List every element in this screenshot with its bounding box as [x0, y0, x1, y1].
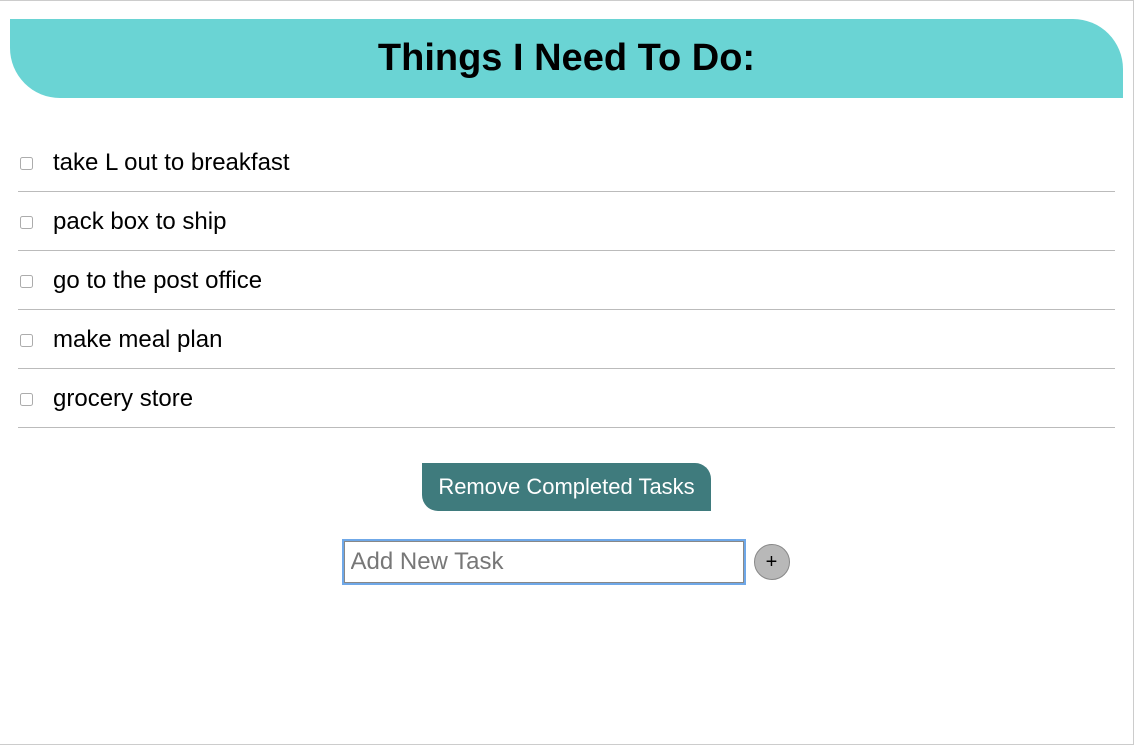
- task-checkbox[interactable]: [20, 334, 33, 347]
- task-list: take L out to breakfast pack box to ship…: [10, 133, 1123, 428]
- add-task-input[interactable]: [344, 541, 744, 583]
- task-checkbox[interactable]: [20, 216, 33, 229]
- task-item: go to the post office: [18, 251, 1115, 310]
- task-checkbox[interactable]: [20, 393, 33, 406]
- plus-icon: +: [766, 552, 778, 572]
- task-checkbox[interactable]: [20, 275, 33, 288]
- task-label: grocery store: [53, 385, 193, 413]
- task-item: grocery store: [18, 369, 1115, 428]
- remove-completed-button[interactable]: Remove Completed Tasks: [422, 463, 710, 511]
- task-label: go to the post office: [53, 267, 262, 295]
- controls: Remove Completed Tasks +: [10, 463, 1123, 583]
- task-item: make meal plan: [18, 310, 1115, 369]
- add-task-row: +: [10, 541, 1123, 583]
- task-item: pack box to ship: [18, 192, 1115, 251]
- page-title: Things I Need To Do:: [30, 37, 1103, 80]
- task-checkbox[interactable]: [20, 157, 33, 170]
- page-header: Things I Need To Do:: [10, 19, 1123, 98]
- task-label: pack box to ship: [53, 208, 226, 236]
- task-label: make meal plan: [53, 326, 222, 354]
- task-item: take L out to breakfast: [18, 133, 1115, 192]
- add-task-button[interactable]: +: [754, 544, 790, 580]
- task-label: take L out to breakfast: [53, 149, 290, 177]
